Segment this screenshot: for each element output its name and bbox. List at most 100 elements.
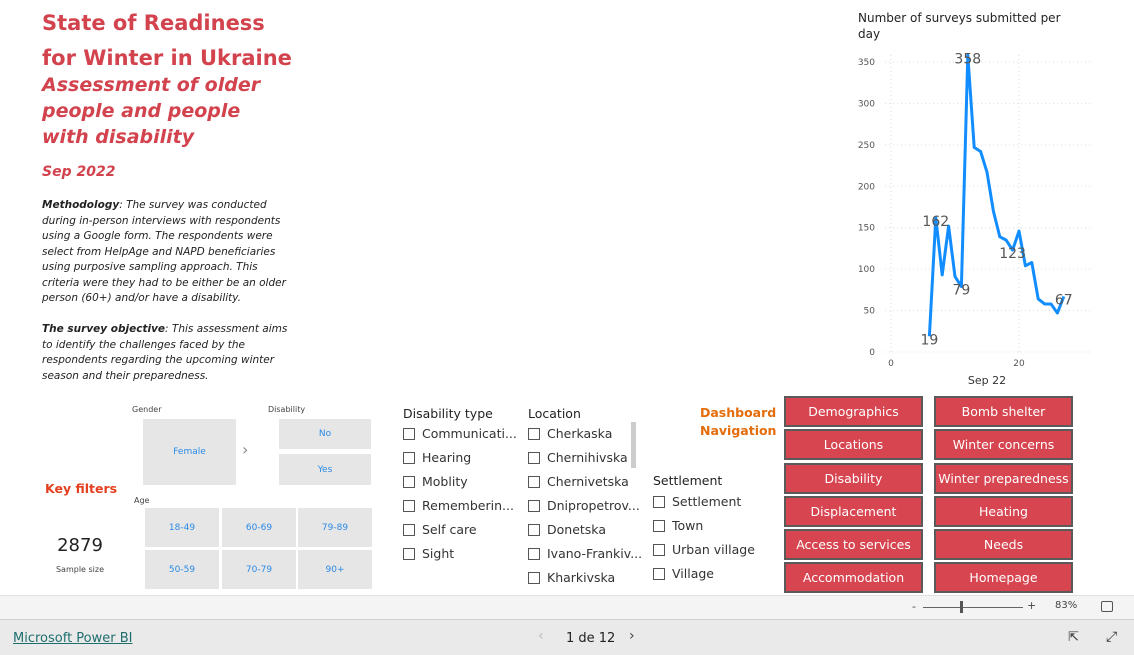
sample-size-label: Sample size [55,565,105,574]
checkbox[interactable] [653,495,665,508]
location-option[interactable]: Cherkaska [528,426,612,441]
checkbox[interactable] [403,451,415,464]
option-label: Hearing [422,450,472,465]
page-indicator: 1 de 12 [566,631,616,646]
nav-button-displacement[interactable]: Displacement [784,496,923,527]
location-option[interactable]: Chernivetska [528,474,629,489]
option-label: Sight [422,546,455,561]
x-tick-label: 0 [888,359,894,369]
nav-button-access-to-services[interactable]: Access to services [784,529,923,560]
checkbox[interactable] [653,519,665,532]
settlement-header: Settlement [653,473,723,488]
settlement-option[interactable]: Settlement [653,494,741,509]
checkbox[interactable] [528,571,540,584]
location-option[interactable]: Dnipropetrov... [528,498,640,513]
disability-type-option[interactable]: Hearing [403,450,471,465]
nav-button-locations[interactable]: Locations [784,429,923,460]
checkbox[interactable] [528,451,540,464]
nav-button-needs[interactable]: Needs [934,529,1073,560]
fullscreen-icon[interactable]: ⤢ [1106,629,1117,645]
option-label: Communicati... [422,426,517,441]
location-header: Location [528,406,581,421]
location-scrollbar[interactable] [631,422,636,468]
age-tile[interactable]: 70-79 [222,550,296,589]
zoom-in-button[interactable]: + [1027,599,1036,612]
location-option[interactable]: Kharkivska [528,570,615,585]
nav-button-disability[interactable]: Disability [784,463,923,494]
checkbox[interactable] [528,475,540,488]
power-bi-link[interactable]: Microsoft Power BI [13,631,132,646]
checkbox[interactable] [403,523,415,536]
checkbox[interactable] [528,427,540,440]
gender-female-tile[interactable]: Female [143,419,236,485]
disability-type-option[interactable]: Sight [403,546,454,561]
settlement-option[interactable]: Town [653,518,703,533]
disability-type-option[interactable]: Self care [403,522,477,537]
checkbox[interactable] [528,547,540,560]
y-tick-label: 0 [869,348,875,358]
nav-button-heating[interactable]: Heating [934,496,1073,527]
disability-no-tile[interactable]: No [279,419,371,449]
nav-button-winter-concerns[interactable]: Winter concerns [934,429,1073,460]
x-tick-label: 20 [1013,359,1025,369]
option-label: Donetska [547,522,606,537]
settlement-option[interactable]: Urban village [653,542,755,557]
data-label: 19 [920,332,938,348]
nav-button-accommodation[interactable]: Accommodation [784,562,923,593]
settlement-option[interactable]: Village [653,566,714,581]
location-option[interactable]: Chernihivska [528,450,628,465]
y-tick-label: 350 [858,58,875,68]
chart-title: Number of surveys submitted per [858,11,1061,25]
option-label: Self care [422,522,477,537]
sample-size-value: 2879 [57,535,103,556]
data-label: 123 [999,246,1026,262]
checkbox[interactable] [403,475,415,488]
location-option[interactable]: Ivano-Frankiv... [528,546,642,561]
fit-to-page-icon[interactable] [1101,601,1113,612]
checkbox[interactable] [403,427,415,440]
disability-yes-tile[interactable]: Yes [279,454,371,485]
option-label: Town [672,518,704,533]
data-label: 358 [954,51,981,67]
zoom-level: 83% [1055,600,1078,611]
zoom-out-button[interactable]: - [912,600,916,613]
option-label: Village [672,566,714,581]
nav-button-homepage[interactable]: Homepage [934,562,1073,593]
report-subtitle: Assessment of older people and people wi… [42,74,261,148]
zoom-slider[interactable] [923,607,1023,608]
age-tile[interactable]: 50-59 [145,550,219,589]
next-page-icon[interactable]: › [629,628,635,644]
option-label: Moblity [422,474,468,489]
objective-label: The survey objective [42,323,166,335]
age-tile[interactable]: 90+ [298,550,372,589]
checkbox[interactable] [653,543,665,556]
disability-type-option[interactable]: Communicati... [403,426,517,441]
nav-button-winter-preparedness[interactable]: Winter preparedness [934,463,1073,494]
y-tick-label: 150 [858,224,875,234]
checkbox[interactable] [528,523,540,536]
option-label: Chernihivska [547,450,628,465]
y-tick-label: 300 [858,99,875,109]
zoom-slider-handle[interactable] [960,601,963,613]
disability-type-option[interactable]: Moblity [403,474,468,489]
age-tile[interactable]: 60-69 [222,508,296,547]
checkbox[interactable] [403,547,415,560]
data-label: 67 [1055,292,1073,308]
previous-page-icon[interactable]: ‹ [538,628,544,644]
checkbox[interactable] [403,499,415,512]
nav-button-demographics[interactable]: Demographics [784,396,923,427]
methodology-label: Methodology [42,199,120,211]
age-tile[interactable]: 18-49 [145,508,219,547]
location-option[interactable]: Donetska [528,522,606,537]
age-tile[interactable]: 79-89 [298,508,372,547]
data-label: 162 [922,214,949,230]
y-tick-label: 250 [858,141,875,151]
checkbox[interactable] [653,567,665,580]
nav-button-bomb-shelter[interactable]: Bomb shelter [934,396,1073,427]
option-label: Chernivetska [547,474,629,489]
key-filters-label: Key filters [45,481,118,496]
checkbox[interactable] [528,499,540,512]
share-icon[interactable]: ⇱ [1068,630,1079,645]
disability-type-option[interactable]: Rememberin... [403,498,514,513]
surveys-per-day-chart: Number of surveys submitted per day 0 50 100… [858,11,1090,387]
